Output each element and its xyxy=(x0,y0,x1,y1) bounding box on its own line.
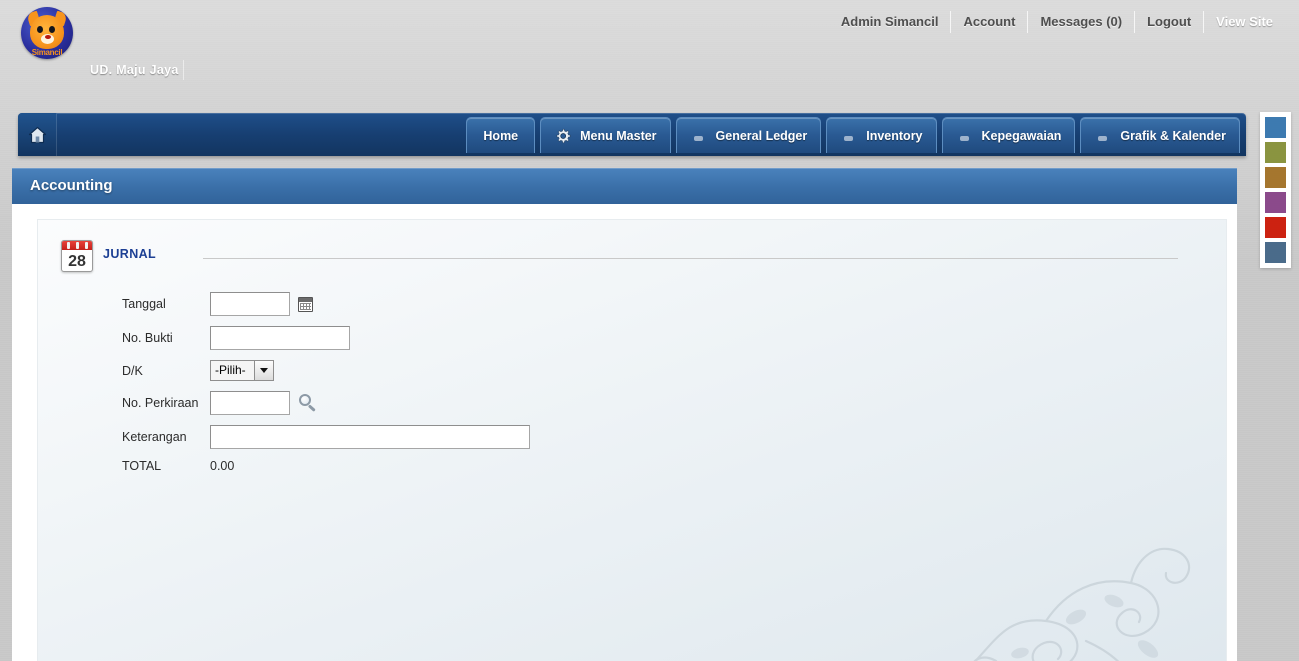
nav-tab-general-ledger[interactable]: General Ledger xyxy=(676,117,822,153)
section-title: JURNAL xyxy=(103,247,156,261)
no-bukti-label: No. Bukti xyxy=(122,331,210,345)
logo-eye-left xyxy=(37,26,43,33)
total-value: 0.00 xyxy=(210,459,234,473)
floral-watermark-decoration xyxy=(936,521,1227,661)
dk-select[interactable]: -Pilih- xyxy=(210,360,274,381)
globe-icon xyxy=(690,127,708,145)
gear-icon xyxy=(554,127,572,145)
form-row-no-bukti: No. Bukti xyxy=(122,326,822,350)
nav-tab-menu-master[interactable]: Menu Master xyxy=(540,117,670,153)
form-row-no-perkiraan: No. Perkiraan xyxy=(122,391,822,415)
nav-tab-kepegawaian[interactable]: Kepegawaian xyxy=(942,117,1076,153)
no-perkiraan-input[interactable] xyxy=(210,391,290,415)
theme-swatch-slate[interactable] xyxy=(1265,242,1286,263)
nav-tab-inventory[interactable]: Inventory xyxy=(826,117,936,153)
logo-nose xyxy=(45,35,51,39)
section-divider xyxy=(203,258,1178,259)
logo-eye-right xyxy=(49,26,55,33)
dk-select-value: -Pilih- xyxy=(211,361,254,380)
calendar-picker-icon[interactable] xyxy=(298,297,313,312)
no-bukti-input[interactable] xyxy=(210,326,350,350)
form-row-total: TOTAL 0.00 xyxy=(122,459,822,473)
calendar-icon: 28 xyxy=(61,240,93,272)
globe-icon xyxy=(840,127,858,145)
nav-tab-kepegawaian-label: Kepegawaian xyxy=(982,129,1062,143)
nav-tab-grafik-kalender-label: Grafik & Kalender xyxy=(1120,129,1226,143)
total-label: TOTAL xyxy=(122,459,210,473)
chevron-down-icon[interactable] xyxy=(254,361,273,380)
theme-swatch-blue[interactable] xyxy=(1265,117,1286,138)
globe-icon xyxy=(956,127,974,145)
app-logo: Simancil xyxy=(21,7,73,59)
nav-tab-list: Home Menu Master General Ledger Inventor… xyxy=(461,117,1240,153)
company-name: UD. Maju Jaya xyxy=(90,63,179,77)
form-row-dk: D/K -Pilih- xyxy=(122,360,822,381)
theme-swatch-purple[interactable] xyxy=(1265,192,1286,213)
theme-swatch-olive[interactable] xyxy=(1265,142,1286,163)
logo-wordmark: Simancil xyxy=(21,48,73,57)
main-navigation: Home Menu Master General Ledger Inventor… xyxy=(18,113,1246,156)
nav-tab-inventory-label: Inventory xyxy=(866,129,922,143)
form-row-tanggal: Tanggal xyxy=(122,292,822,316)
user-menu: Admin Simancil Account Messages (0) Logo… xyxy=(829,10,1285,34)
page-title: Accounting xyxy=(30,177,113,194)
home-button[interactable] xyxy=(18,113,57,156)
nav-tab-home[interactable]: Home xyxy=(466,117,535,153)
top-bar: Simancil UD. Maju Jaya Admin Simancil Ac… xyxy=(0,0,1299,103)
no-perkiraan-label: No. Perkiraan xyxy=(122,396,210,410)
usermenu-item-logout[interactable]: Logout xyxy=(1135,11,1204,33)
nav-tab-general-ledger-label: General Ledger xyxy=(716,129,808,143)
search-icon[interactable] xyxy=(299,394,317,412)
globe-icon xyxy=(1094,127,1112,145)
content-area: 28 JURNAL Tanggal No. Bukti D/K -Pilih- xyxy=(12,204,1237,661)
company-divider xyxy=(183,60,184,80)
nav-tab-grafik-kalender[interactable]: Grafik & Kalender xyxy=(1080,117,1240,153)
keterangan-label: Keterangan xyxy=(122,430,210,444)
tanggal-input[interactable] xyxy=(210,292,290,316)
theme-swatch-brown[interactable] xyxy=(1265,167,1286,188)
calendar-ring xyxy=(85,242,88,249)
calendar-ring xyxy=(76,242,79,249)
jurnal-panel: 28 JURNAL Tanggal No. Bukti D/K -Pilih- xyxy=(37,219,1227,661)
jurnal-form: Tanggal No. Bukti D/K -Pilih- No. Perkir… xyxy=(122,292,822,483)
page-title-bar: Accounting xyxy=(12,168,1237,204)
calendar-day: 28 xyxy=(62,250,92,272)
nav-tab-home-label: Home xyxy=(483,129,518,143)
tanggal-label: Tanggal xyxy=(122,297,210,311)
form-row-keterangan: Keterangan xyxy=(122,425,822,449)
keterangan-input[interactable] xyxy=(210,425,530,449)
usermenu-item-view-site[interactable]: View Site xyxy=(1204,11,1285,33)
calendar-ring xyxy=(67,242,70,249)
theme-swatch-red[interactable] xyxy=(1265,217,1286,238)
dk-label: D/K xyxy=(122,364,210,378)
usermenu-item-admin[interactable]: Admin Simancil xyxy=(829,11,952,33)
usermenu-item-account[interactable]: Account xyxy=(951,11,1028,33)
house-icon xyxy=(28,126,47,144)
nav-tab-menu-master-label: Menu Master xyxy=(580,129,656,143)
theme-swatch-rail xyxy=(1260,112,1291,268)
usermenu-item-messages[interactable]: Messages (0) xyxy=(1028,11,1135,33)
